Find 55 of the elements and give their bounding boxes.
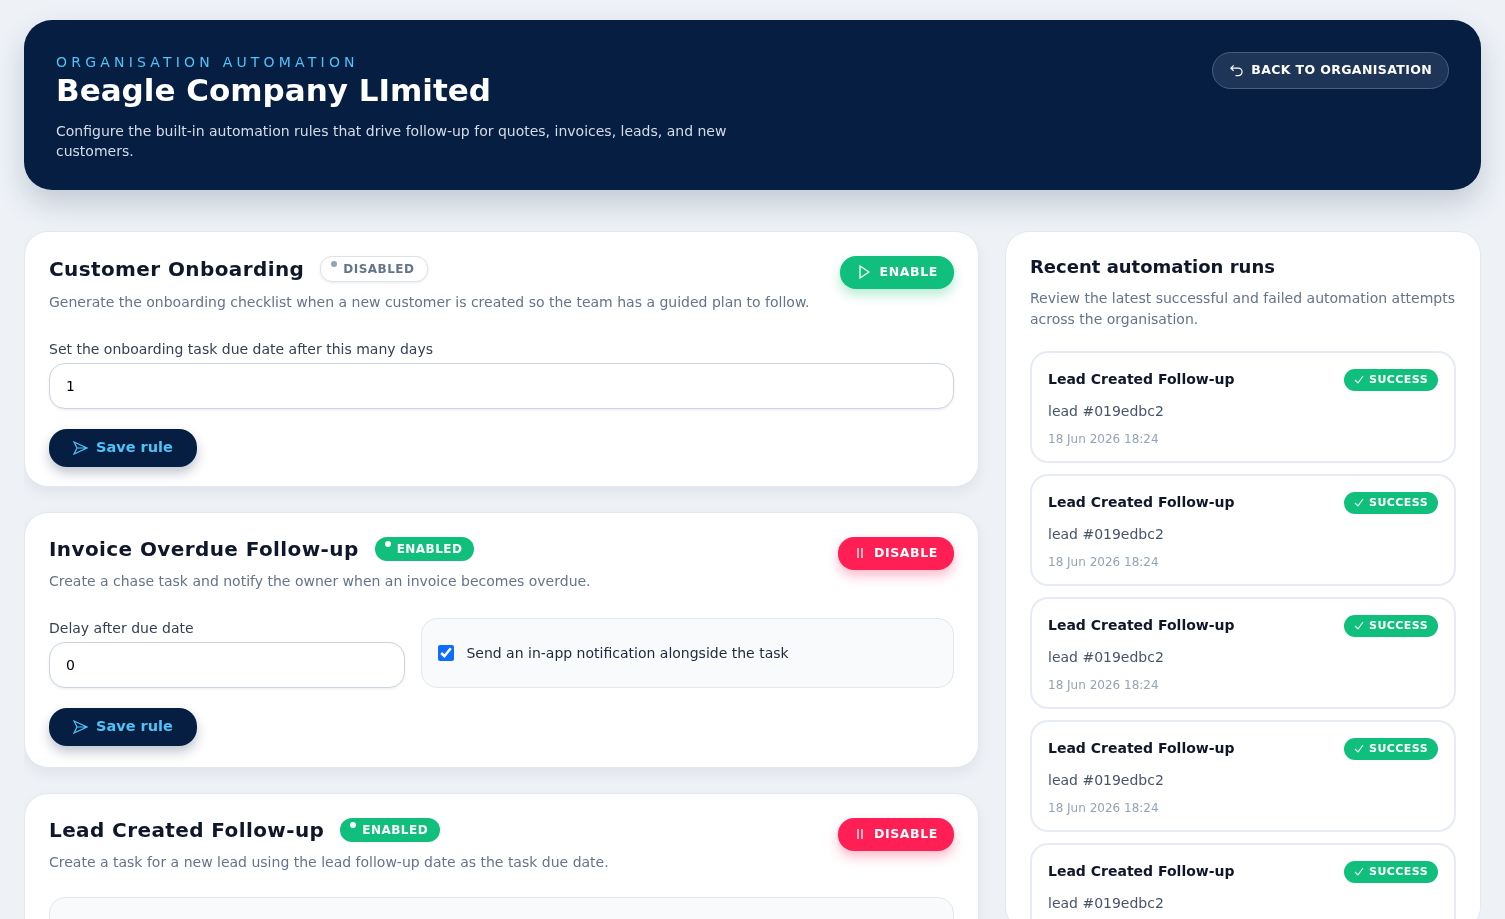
play-icon [857,265,870,280]
run-title: Lead Created Follow-up [1048,369,1235,389]
check-icon [1354,620,1365,631]
disable-button[interactable]: DISABLE [837,537,954,570]
pause-icon [855,547,864,560]
rule-title: Lead Created Follow-up [49,818,325,842]
page-title: Beagle Company LImited [56,73,492,109]
field-label: Delay after due date [49,619,195,638]
run-subject: lead #019edbc2 [1048,771,1165,791]
save-rule-button[interactable]: Save rule [49,429,197,467]
run-title: Lead Created Follow-up [1048,861,1235,881]
status-badge: SUCCESS [1344,860,1438,884]
run-time: 18 Jun 2026 18:24 [1048,800,1160,818]
back-arrow-icon [1229,62,1244,79]
run-subject: lead #019edbc2 [1048,402,1165,422]
back-button[interactable]: BACK TO ORGANISATION [1212,52,1449,89]
pause-icon [855,828,864,841]
status-badge: SUCCESS [1344,491,1438,515]
notification-checkbox[interactable] [438,645,455,661]
check-icon [1354,497,1365,508]
checkbox-label: Send an in-app notification alongside the task [466,643,789,663]
rule-description: Create a task for a new lead using the lead follow-up date as the task due date. [49,853,609,872]
number-field[interactable]: 0 [49,642,406,688]
run-time: 18 Jun 2026 18:24 [1048,431,1160,449]
rule-description: Create a chase task and notify the owner when an invoice becomes overdue. [49,572,591,591]
rule-title: Customer Onboarding [49,257,305,281]
status-badge: DISABLED [320,256,428,282]
run-subject: lead #019edbc2 [1048,894,1165,914]
check-icon [1354,374,1365,385]
field-label: Set the onboarding task due date after this many days [49,340,435,359]
status-badge: SUCCESS [1344,737,1438,761]
save-rule-button[interactable]: Save rule [49,708,197,746]
rule-title: Invoice Overdue Follow-up [49,537,359,561]
number-field[interactable]: 1 [49,363,954,409]
send-icon [73,440,88,455]
run-title: Lead Created Follow-up [1048,615,1235,635]
run-time: 18 Jun 2026 18:24 [1048,554,1160,572]
send-icon [73,719,88,734]
check-icon [1354,743,1365,754]
panel-description: Review the latest successful and failed automation attempts across the organisation. [1030,288,1456,329]
status-badge: ENABLED [340,818,441,842]
status-badge: SUCCESS [1344,368,1438,392]
run-title: Lead Created Follow-up [1048,492,1235,512]
run-subject: lead #019edbc2 [1048,525,1165,545]
eyebrow-label: ORGANISATION AUTOMATION [56,53,360,72]
status-badge: SUCCESS [1344,614,1438,638]
status-badge: ENABLED [374,537,475,561]
page-description: Configure the built-in automation rules that drive follow-up for quotes, invoices, leads, and new customers. [56,121,728,161]
panel-title: Recent automation runs [1030,256,1276,278]
run-title: Lead Created Follow-up [1048,738,1235,758]
check-icon [1354,866,1365,877]
rule-description: Generate the onboarding checklist when a new customer is created so the team has a guided plan to follow. [49,293,810,312]
disable-button[interactable]: DISABLE [837,818,954,851]
run-time: 18 Jun 2026 18:24 [1048,677,1160,695]
run-subject: lead #019edbc2 [1048,648,1165,668]
